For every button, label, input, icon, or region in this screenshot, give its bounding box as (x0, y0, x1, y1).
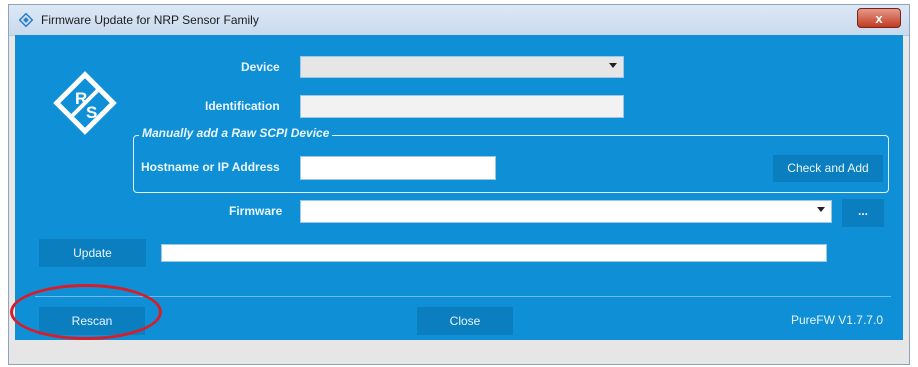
update-button[interactable]: Update (39, 239, 146, 267)
firmware-label: Firmware (229, 204, 283, 218)
rs-logo-icon: R S (53, 71, 117, 135)
window-close-button[interactable]: x (857, 8, 901, 28)
status-strip (9, 340, 909, 364)
identification-label: Identification (205, 99, 280, 113)
update-progress-bar (161, 244, 827, 262)
hostname-input[interactable] (300, 156, 496, 180)
annotation-circle (10, 284, 162, 340)
manual-device-group-title: Manually add a Raw SCPI Device (139, 126, 333, 140)
hostname-label: Hostname or IP Address (141, 160, 280, 174)
chevron-down-icon (817, 207, 825, 212)
firmware-select[interactable] (300, 200, 832, 223)
device-select[interactable] (300, 56, 624, 78)
browse-firmware-button[interactable]: ... (842, 199, 884, 227)
footer-divider (35, 296, 891, 297)
identification-field (300, 95, 624, 118)
title-bar: Firmware Update for NRP Sensor Family x (9, 5, 909, 36)
device-label: Device (241, 60, 280, 74)
version-label: PureFW V1.7.7.0 (790, 313, 883, 327)
rs-diamond-icon (18, 12, 34, 28)
svg-text:S: S (86, 103, 97, 122)
chevron-down-icon (609, 63, 617, 68)
main-panel: R S Device Identification Manually add a… (15, 35, 903, 340)
close-button[interactable]: Close (417, 307, 513, 335)
window-title: Firmware Update for NRP Sensor Family (41, 13, 259, 27)
check-and-add-button[interactable]: Check and Add (773, 155, 883, 182)
